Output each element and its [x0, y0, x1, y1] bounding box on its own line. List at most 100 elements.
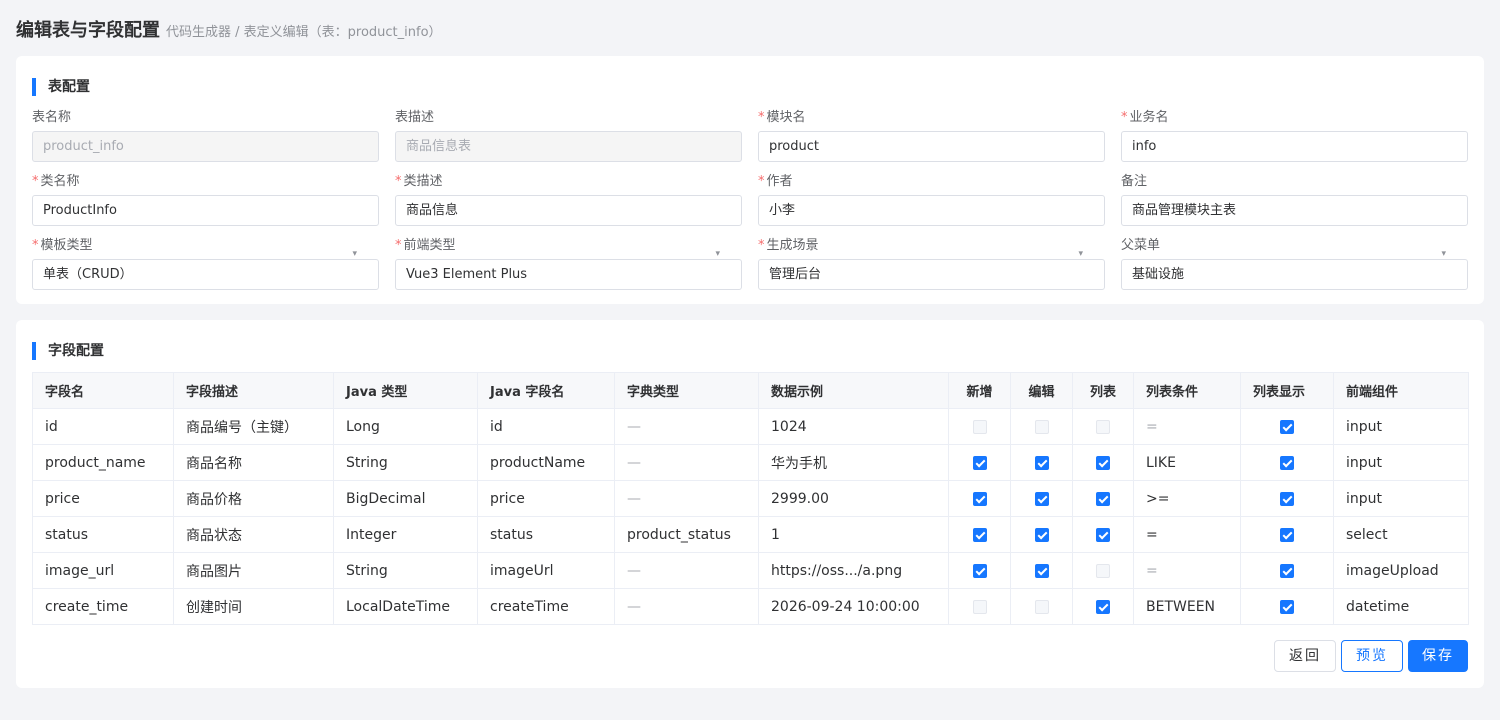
list-checkbox[interactable] — [1096, 563, 1110, 578]
column-header: 列表条件 — [1133, 372, 1241, 409]
column-header: 字段描述 — [173, 372, 334, 409]
form-label-text: 备注 — [1121, 174, 1148, 189]
form-select[interactable]: Vue3 Element Plus — [395, 259, 742, 290]
chevron-down-icon[interactable]: ▾ — [352, 244, 357, 264]
cell-java-type: Long — [333, 408, 478, 445]
form-label: * 作者 — [758, 172, 1105, 192]
cell-condition[interactable]: = — [1133, 516, 1241, 553]
field-config-title: 字段配置 — [32, 342, 104, 360]
list-show-checkbox[interactable] — [1280, 563, 1294, 578]
chevron-down-icon[interactable]: ▾ — [1441, 244, 1446, 264]
table-body: id 商品编号（主键） Long id —1024 = input product_name 商… — [32, 408, 1469, 625]
cell-condition[interactable]: = — [1133, 552, 1241, 589]
cell-component[interactable]: input — [1333, 444, 1469, 481]
required-mark: * — [1121, 110, 1128, 125]
edit-checkbox[interactable] — [1034, 419, 1049, 434]
form-label-text: 模板类型 — [40, 238, 93, 253]
cell-list-show — [1240, 408, 1334, 445]
form-input[interactable]: product — [758, 131, 1105, 162]
form-input[interactable]: info — [1121, 131, 1468, 162]
cell-name: product_name — [32, 444, 174, 481]
cell-desc: 商品编号（主键） — [173, 408, 334, 445]
list-checkbox[interactable] — [1096, 419, 1110, 434]
list-checkbox[interactable] — [1096, 599, 1110, 614]
form-input[interactable]: 商品信息 — [395, 195, 742, 226]
form-select[interactable]: 管理后台 — [758, 259, 1105, 290]
form-item: * 业务名 info — [1121, 108, 1468, 162]
create-checkbox[interactable] — [972, 563, 987, 578]
cell-edit — [1010, 480, 1073, 517]
form-input[interactable]: 商品管理模块主表 — [1121, 195, 1468, 226]
form-label: 备注 — [1121, 172, 1468, 192]
form-select[interactable]: 基础设施 — [1121, 259, 1468, 290]
cell-create — [948, 444, 1011, 481]
form-label-text: 表名称 — [32, 110, 72, 125]
cell-component[interactable]: datetime — [1333, 588, 1469, 625]
column-header: Java 类型 — [333, 372, 478, 409]
chevron-down-icon[interactable]: ▾ — [715, 244, 720, 264]
cell-list-show — [1240, 588, 1334, 625]
cell-desc: 创建时间 — [173, 588, 334, 625]
back-button[interactable]: 返回 — [1274, 640, 1336, 672]
page-title: 编辑表与字段配置 — [16, 20, 160, 41]
table-config-title: 表配置 — [32, 78, 90, 96]
list-checkbox[interactable] — [1096, 527, 1110, 542]
form-label-text: 类名称 — [40, 174, 80, 189]
cell-component[interactable]: input — [1333, 408, 1469, 445]
cell-dict: — — [614, 480, 759, 517]
create-checkbox[interactable] — [972, 491, 987, 506]
column-header: 前端组件 — [1333, 372, 1469, 409]
list-show-checkbox[interactable] — [1280, 455, 1294, 470]
cell-java-field: price — [477, 480, 615, 517]
save-button[interactable]: 保存 — [1408, 640, 1468, 672]
list-show-checkbox[interactable] — [1280, 419, 1294, 434]
edit-checkbox[interactable] — [1034, 455, 1049, 470]
create-checkbox[interactable] — [972, 527, 987, 542]
form-label-text: 类描述 — [403, 174, 443, 189]
form-label: 表名称 — [32, 108, 379, 128]
cell-condition[interactable]: = — [1133, 408, 1241, 445]
list-checkbox[interactable] — [1096, 455, 1110, 470]
column-header: 列表显示 — [1240, 372, 1334, 409]
cell-name: price — [32, 480, 174, 517]
list-show-checkbox[interactable] — [1280, 599, 1294, 614]
cell-java-field: productName — [477, 444, 615, 481]
edit-checkbox[interactable] — [1034, 599, 1049, 614]
cell-condition[interactable]: LIKE — [1133, 444, 1241, 481]
form-item: * 模板类型 ▾ 单表（CRUD） — [32, 236, 379, 290]
edit-checkbox[interactable] — [1034, 563, 1049, 578]
edit-checkbox[interactable] — [1034, 527, 1049, 542]
cell-name: status — [32, 516, 174, 553]
cell-list — [1072, 480, 1134, 517]
cell-edit — [1010, 588, 1073, 625]
list-show-checkbox[interactable] — [1280, 527, 1294, 542]
breadcrumb: 代码生成器 / 表定义编辑（表：product_info） — [166, 25, 442, 40]
preview-button[interactable]: 预览 — [1341, 640, 1403, 672]
form-input[interactable]: ProductInfo — [32, 195, 379, 226]
list-show-checkbox[interactable] — [1280, 491, 1294, 506]
form-input[interactable]: 小李 — [758, 195, 1105, 226]
cell-example: 2999.00 — [758, 480, 949, 517]
cell-dict: — — [614, 588, 759, 625]
form-item: * 作者小李 — [758, 172, 1105, 226]
list-checkbox[interactable] — [1096, 491, 1110, 506]
cell-component[interactable]: imageUpload — [1333, 552, 1469, 589]
cell-component[interactable]: select — [1333, 516, 1469, 553]
cell-component[interactable]: input — [1333, 480, 1469, 517]
form-input: product_info — [32, 131, 379, 162]
edit-checkbox[interactable] — [1034, 491, 1049, 506]
cell-java-field: imageUrl — [477, 552, 615, 589]
cell-condition[interactable]: >= — [1133, 480, 1241, 517]
form-select[interactable]: 单表（CRUD） — [32, 259, 379, 290]
cell-java-type: String — [333, 444, 478, 481]
cell-java-type: Integer — [333, 516, 478, 553]
form-label-text: 模块名 — [766, 110, 806, 125]
create-checkbox[interactable] — [972, 455, 987, 470]
form-label: * 业务名 — [1121, 108, 1468, 128]
create-checkbox[interactable] — [972, 419, 987, 434]
table-row: create_time 创建时间 LocalDateTime createTime —2… — [32, 588, 1469, 625]
cell-condition[interactable]: BETWEEN — [1133, 588, 1241, 625]
chevron-down-icon[interactable]: ▾ — [1078, 244, 1083, 264]
create-checkbox[interactable] — [972, 599, 987, 614]
cell-example: 1 — [758, 516, 949, 553]
